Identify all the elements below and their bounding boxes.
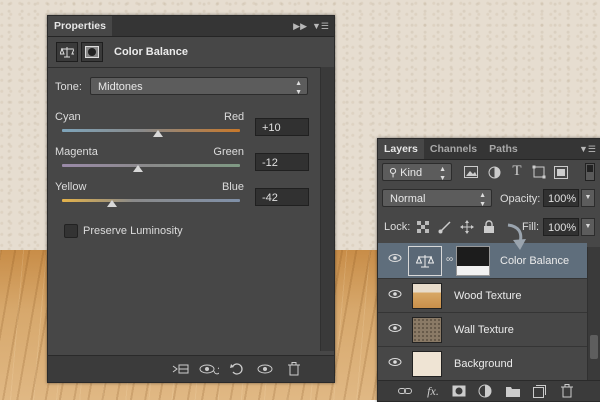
fx-icon[interactable]: fx. <box>424 382 442 400</box>
preserve-luminosity-label: Preserve Luminosity <box>83 225 183 237</box>
tab-properties[interactable]: Properties <box>48 16 112 36</box>
opacity-label: Opacity: <box>500 193 541 205</box>
slider-right-label: Blue <box>221 181 244 193</box>
cyan-red-slider-track[interactable] <box>62 129 240 132</box>
search-icon: ⚲ <box>389 167 398 179</box>
magenta-green-value-field[interactable]: -12 <box>255 153 309 171</box>
visibility-eye-icon[interactable] <box>388 323 402 336</box>
link-layers-icon[interactable] <box>396 382 414 400</box>
layer-row-wall-texture[interactable]: Wall Texture <box>378 313 587 347</box>
visibility-eye-icon[interactable] <box>388 357 402 370</box>
updown-arrow-icon: ▲ ▼ <box>439 166 446 182</box>
tone-value: Midtones <box>98 81 143 93</box>
panel-menu-icon[interactable]: ▼☰ <box>312 21 329 32</box>
lock-label: Lock: <box>384 221 411 233</box>
layers-scrollbar-thumb[interactable] <box>590 335 598 359</box>
opacity-dropdown-arrow-icon[interactable]: ▼ <box>581 189 595 207</box>
balance-scale-icon <box>56 42 78 62</box>
properties-body: Tone: Midtones ▲ ▼ Cyan Red +10 Magenta G… <box>48 67 318 351</box>
layers-scrollbar[interactable] <box>587 247 600 381</box>
type-filter-icon[interactable]: T <box>508 162 526 180</box>
mask-icon[interactable] <box>81 42 103 62</box>
filter-kind-value: Kind <box>400 167 423 179</box>
preserve-luminosity-checkbox[interactable] <box>64 224 78 238</box>
adjustment-layer-icon[interactable] <box>476 382 494 400</box>
tone-label: Tone: <box>55 81 82 93</box>
layer-name[interactable]: Background <box>454 347 513 381</box>
panel-title: Color Balance <box>114 46 188 58</box>
layer-row-wood-texture[interactable]: Wood Texture <box>378 279 587 313</box>
curved-arrow-pointer-icon <box>506 223 530 254</box>
clip-to-layer-icon[interactable] <box>170 361 190 377</box>
reset-icon[interactable] <box>228 361 246 377</box>
layers-footer: fx. <box>378 380 600 401</box>
updown-arrow-icon: ▲ ▼ <box>479 192 486 208</box>
yellow-blue-slider-thumb[interactable] <box>107 200 117 207</box>
fill-dropdown-arrow-icon[interactable]: ▼ <box>581 218 595 236</box>
balance-scale-icon <box>408 246 442 276</box>
mask-link-chain-icon[interactable]: ∞ <box>446 254 453 265</box>
delete-icon[interactable] <box>286 361 302 377</box>
properties-footer <box>48 355 334 382</box>
layers-tabbar: Layers Channels Paths ▼☰ <box>378 139 600 160</box>
visibility-icon[interactable] <box>256 361 274 377</box>
magenta-green-slider-track[interactable] <box>62 164 240 167</box>
lock-transparent-icon[interactable] <box>414 218 432 236</box>
cyan-red-value-field[interactable]: +10 <box>255 118 309 136</box>
cyan-red-slider-thumb[interactable] <box>153 130 163 137</box>
properties-header: Color Balance <box>48 37 334 68</box>
shape-filter-icon[interactable] <box>530 163 548 181</box>
blend-mode-value: Normal <box>390 193 426 205</box>
tab-paths[interactable]: Paths <box>483 139 524 159</box>
collapse-icon[interactable]: ▶▶ <box>293 21 307 32</box>
yellow-blue-value-field[interactable]: -42 <box>255 188 309 206</box>
tab-layers[interactable]: Layers <box>378 139 424 159</box>
slider-left-label: Cyan <box>55 111 81 123</box>
layer-name[interactable]: Wood Texture <box>454 279 521 313</box>
lock-pixels-brush-icon[interactable] <box>436 218 454 236</box>
delete-layer-icon[interactable] <box>558 382 576 400</box>
magenta-green-slider-thumb[interactable] <box>133 165 143 172</box>
blend-mode-select[interactable]: Normal ▲ ▼ <box>382 189 492 208</box>
lock-position-move-icon[interactable] <box>458 218 476 236</box>
fill-field[interactable]: 100% <box>543 218 579 236</box>
layer-name[interactable]: Wall Texture <box>454 313 514 347</box>
slider-right-label: Red <box>224 111 245 123</box>
layer-thumbnail <box>412 317 442 343</box>
layer-row-color-balance[interactable]: ∞ Color Balance <box>378 243 587 279</box>
layers-panel: Layers Channels Paths ▼☰ ⚲ Kind ▲ ▼ T Nor… <box>377 138 600 402</box>
tone-select[interactable]: Midtones ▲ ▼ <box>90 77 308 96</box>
view-previous-state-icon[interactable] <box>198 361 220 377</box>
add-mask-icon[interactable] <box>450 382 468 400</box>
visibility-eye-icon[interactable] <box>388 289 402 302</box>
opacity-field[interactable]: 100% <box>543 189 579 207</box>
new-layer-icon[interactable] <box>530 382 548 400</box>
layer-row-background[interactable]: Background <box>378 347 587 381</box>
panel-menu-icon[interactable]: ▼☰ <box>579 144 596 155</box>
smart-object-filter-icon[interactable] <box>552 163 570 181</box>
layer-mask-thumbnail[interactable] <box>456 246 490 276</box>
yellow-blue-slider-track[interactable] <box>62 199 240 202</box>
properties-tabbar: Properties ▶▶ ▼☰ <box>48 16 334 37</box>
properties-panel: Properties ▶▶ ▼☰ Color Balance Tone: Mid… <box>47 15 335 383</box>
slider-right-label: Green <box>213 146 244 158</box>
tab-channels[interactable]: Channels <box>424 139 483 159</box>
layer-thumbnail <box>412 283 442 309</box>
updown-arrow-icon: ▲ ▼ <box>295 80 302 96</box>
layer-thumbnail <box>412 351 442 377</box>
adjustment-filter-icon[interactable] <box>485 163 503 181</box>
filter-toggle[interactable] <box>585 163 595 181</box>
slider-left-label: Yellow <box>55 181 87 193</box>
group-icon[interactable] <box>504 382 522 400</box>
lock-all-icon[interactable] <box>480 218 498 236</box>
slider-left-label: Magenta <box>55 146 98 158</box>
filter-kind-select[interactable]: ⚲ Kind ▲ ▼ <box>382 163 452 182</box>
pixel-filter-icon[interactable] <box>462 163 480 181</box>
properties-scrollbar[interactable] <box>320 67 334 351</box>
visibility-eye-icon[interactable] <box>388 253 402 266</box>
